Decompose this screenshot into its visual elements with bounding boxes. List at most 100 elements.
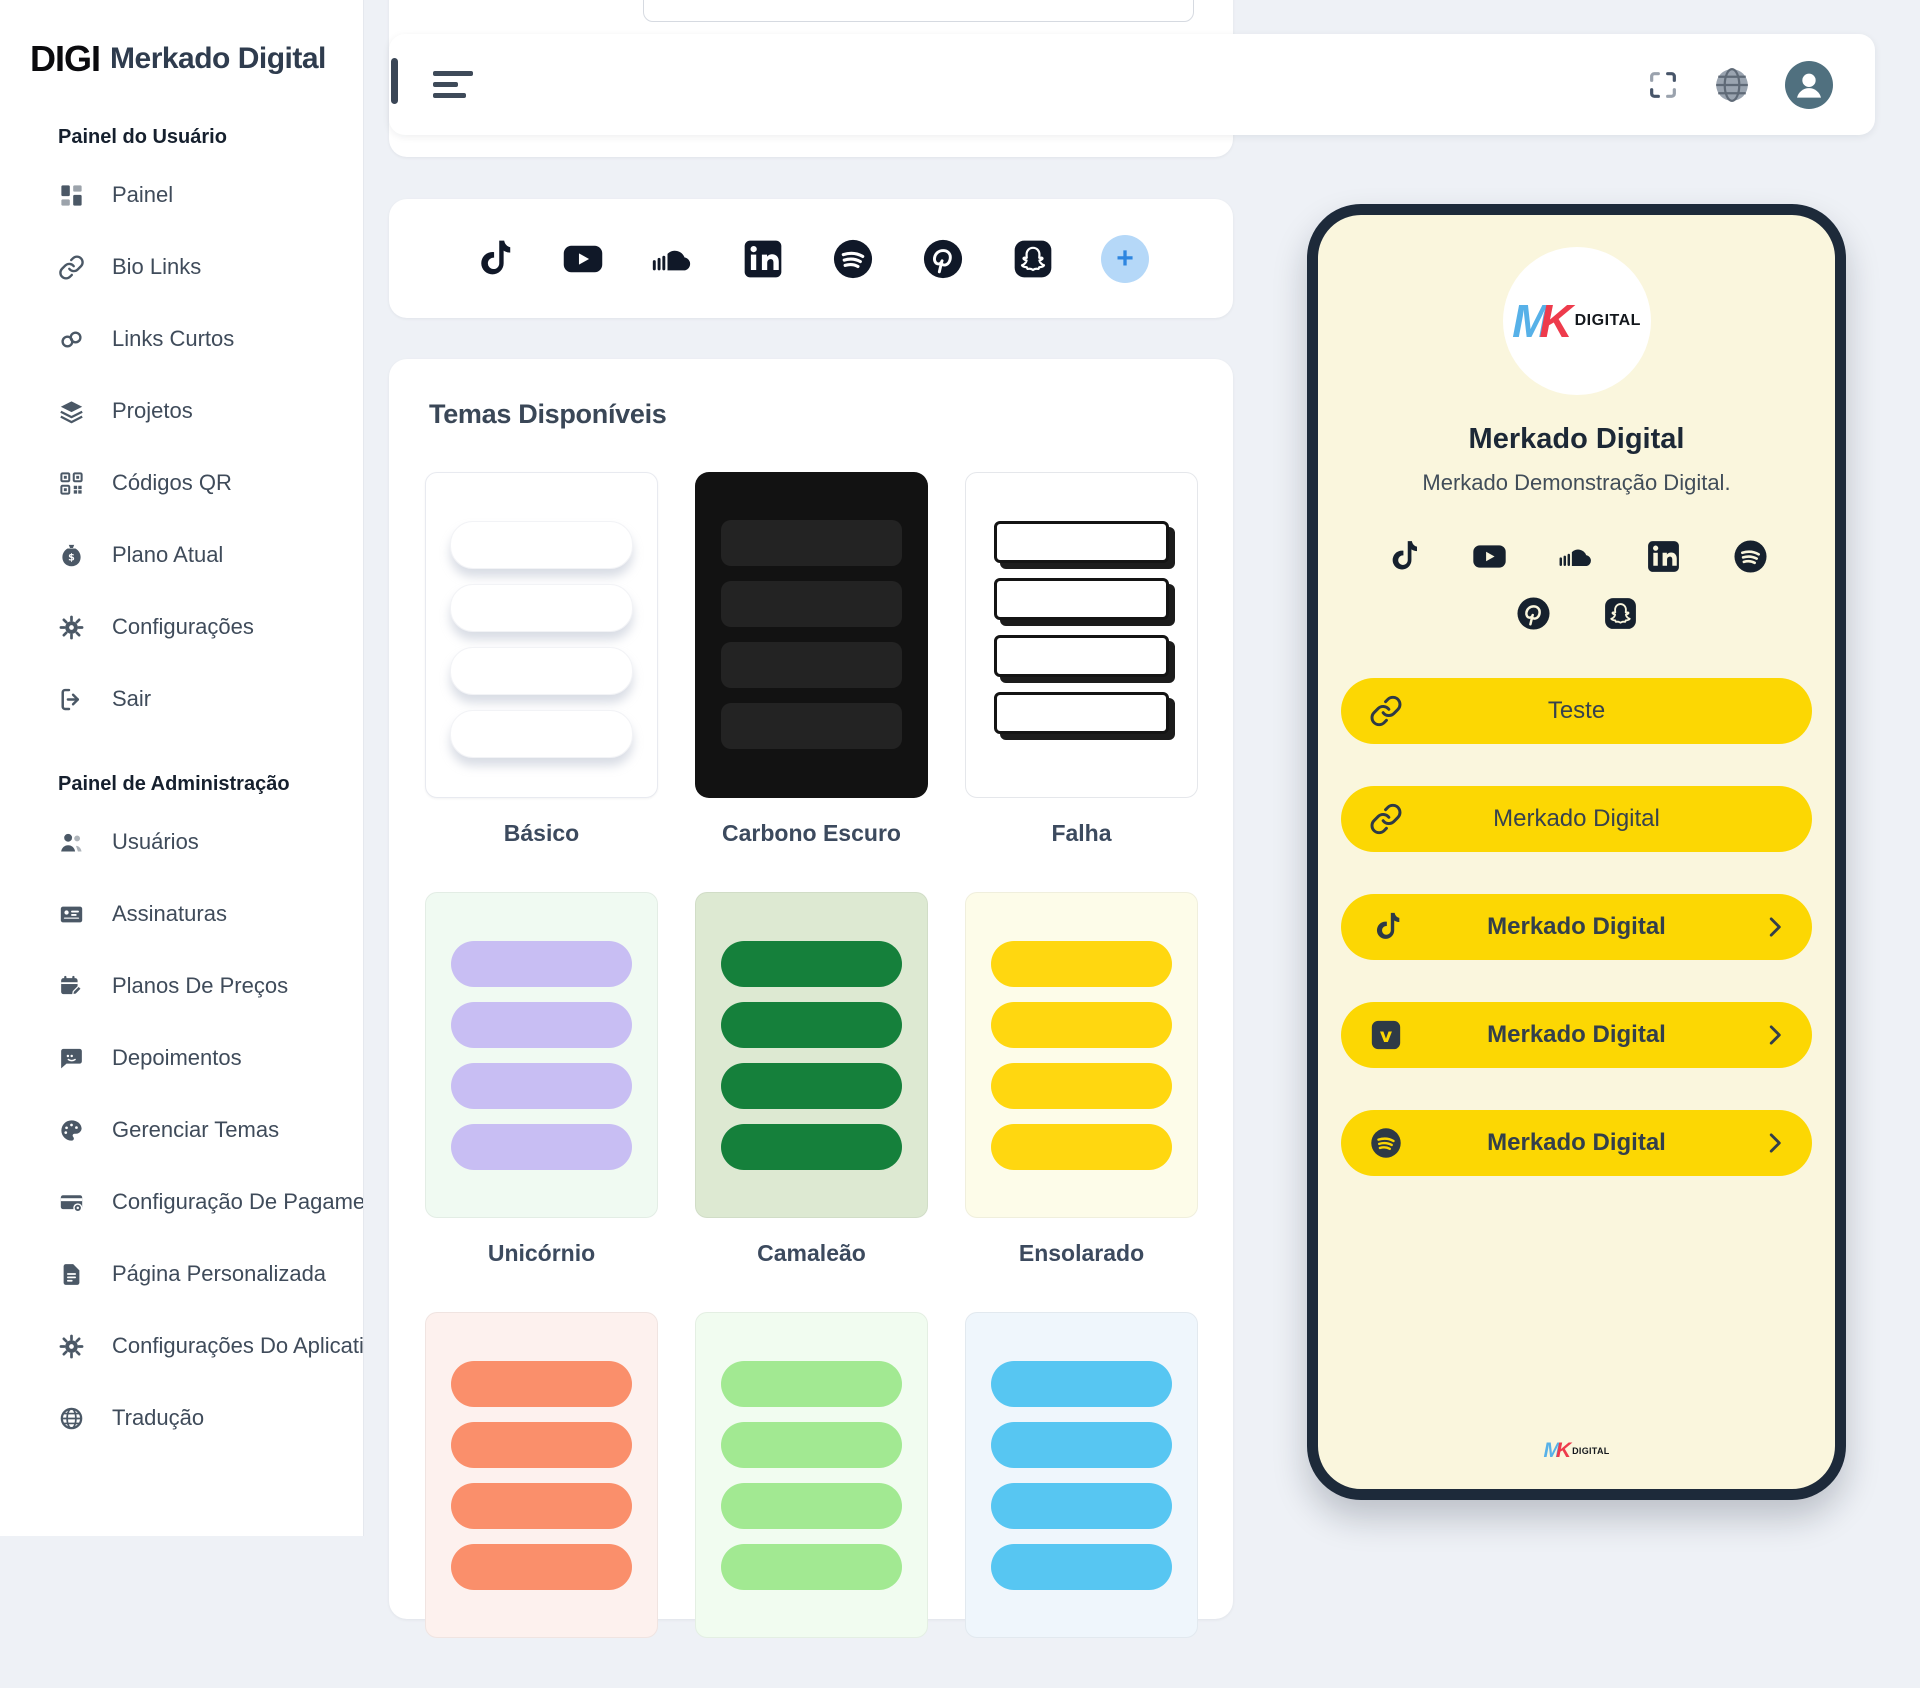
youtube-icon[interactable] <box>561 237 605 281</box>
card-gear-icon <box>58 1189 85 1216</box>
profile-buttons: Teste Merkado Digital Merkado Digital Me… <box>1318 632 1835 1218</box>
pinterest-icon[interactable] <box>1515 595 1552 632</box>
phone-link-button-spotify[interactable]: Merkado Digital <box>1341 1110 1812 1176</box>
sidebar-item-codigos-qr[interactable]: Códigos QR <box>0 447 363 519</box>
mk-digital-footer-logo: MKDIGITAL <box>1543 1439 1609 1463</box>
topbar-actions <box>1647 61 1833 109</box>
app-logo: DIGI <box>30 38 100 80</box>
sidebar-item-depoimentos[interactable]: Depoimentos <box>0 1022 363 1094</box>
sidebar-item-planos-de-precos[interactable]: Planos De Preços <box>0 950 363 1022</box>
spotify-icon[interactable] <box>1732 538 1769 575</box>
theme-name: Carbono Escuro <box>695 820 928 848</box>
sidebar-item-label: Projetos <box>112 398 193 424</box>
theme-card-falha[interactable]: Falha <box>965 472 1198 848</box>
snapchat-icon[interactable] <box>1602 595 1639 632</box>
sidebar-item-gerenciar-temas[interactable]: Gerenciar Temas <box>0 1094 363 1166</box>
phone-preview: MKDIGITAL Merkado Digital Merkado Demons… <box>1307 204 1846 1500</box>
add-social-button[interactable]: + <box>1101 235 1149 283</box>
sidebar-item-sair[interactable]: Sair <box>0 663 363 735</box>
content-scrollbar-thumb[interactable] <box>391 58 398 104</box>
chain-link-icon <box>1369 694 1403 728</box>
fullscreen-button[interactable] <box>1647 69 1679 101</box>
sidebar-item-pagina-personalizada[interactable]: Página Personalizada <box>0 1238 363 1310</box>
tiktok-icon[interactable] <box>471 237 515 281</box>
sidebar-item-links-curtos[interactable]: Links Curtos <box>0 303 363 375</box>
money-bag-icon <box>58 542 85 569</box>
sidebar-item-usuarios[interactable]: Usuários <box>0 806 363 878</box>
profile-social-row1 <box>1384 538 1769 575</box>
theme-name: Falha <box>965 820 1198 848</box>
menu-button[interactable] <box>433 71 473 98</box>
theme-name: Básico <box>425 820 658 848</box>
sidebar-item-configuracoes[interactable]: Configurações <box>0 591 363 663</box>
gear-icon <box>58 614 85 641</box>
sidebar-item-label: Tradução <box>112 1405 204 1431</box>
file-icon <box>58 1261 85 1288</box>
snapchat-icon[interactable] <box>1011 237 1055 281</box>
description-textarea[interactable] <box>643 0 1194 22</box>
soundcloud-icon[interactable] <box>651 237 695 281</box>
theme-card-camaleao[interactable]: Camaleão <box>695 892 928 1268</box>
sidebar-item-label: Configuração De Pagamento <box>112 1189 363 1215</box>
short-link-icon <box>58 326 85 353</box>
sidebar-item-label: Links Curtos <box>112 326 234 352</box>
sidebar-item-label: Usuários <box>112 829 199 855</box>
sidebar-item-assinaturas[interactable]: Assinaturas <box>0 878 363 950</box>
phone-link-button-teste[interactable]: Teste <box>1341 678 1812 744</box>
chain-link-icon <box>58 254 85 281</box>
theme-card-unicornio[interactable]: Unicórnio <box>425 892 658 1268</box>
spotify-icon[interactable] <box>831 237 875 281</box>
linkedin-icon[interactable] <box>741 237 785 281</box>
brand-name: Merkado Digital <box>110 42 326 76</box>
profile-avatar: MKDIGITAL <box>1503 247 1651 395</box>
theme-card-basico[interactable]: Básico <box>425 472 658 848</box>
person-icon <box>1789 65 1829 105</box>
sidebar-item-label: Bio Links <box>112 254 201 280</box>
users-icon <box>58 829 85 856</box>
dashboard-icon <box>58 182 85 209</box>
theme-preview <box>425 472 658 798</box>
sidebar-item-label: Depoimentos <box>112 1045 242 1071</box>
chevron-right-icon <box>1762 1022 1788 1048</box>
sidebar-item-label: Assinaturas <box>112 901 227 927</box>
theme-preview <box>965 472 1198 798</box>
pinterest-icon[interactable] <box>921 237 965 281</box>
logout-icon <box>58 686 85 713</box>
sidebar-item-configuracao-de-pagamento[interactable]: Configuração De Pagamento <box>0 1166 363 1238</box>
chat-icon <box>58 1045 85 1072</box>
theme-name: Camaleão <box>695 1240 928 1268</box>
phone-link-button-tiktok[interactable]: Merkado Digital <box>1341 894 1812 960</box>
qr-code-icon <box>58 470 85 497</box>
phone-link-button-merkado[interactable]: Merkado Digital <box>1341 786 1812 852</box>
phone-link-button-vimeo[interactable]: Merkado Digital <box>1341 1002 1812 1068</box>
theme-card-verde[interactable] <box>695 1312 928 1688</box>
soundcloud-icon[interactable] <box>1558 538 1595 575</box>
youtube-icon[interactable] <box>1471 538 1508 575</box>
sidebar-item-painel[interactable]: Painel <box>0 159 363 231</box>
tiktok-icon[interactable] <box>1384 538 1421 575</box>
language-button[interactable] <box>1713 66 1751 104</box>
chevron-right-icon <box>1762 1130 1788 1156</box>
themes-title: Temas Disponíveis <box>429 399 1197 430</box>
user-avatar[interactable] <box>1785 61 1833 109</box>
theme-preview <box>695 472 928 798</box>
sidebar-item-bio-links[interactable]: Bio Links <box>0 231 363 303</box>
theme-card-carbono-escuro[interactable]: Carbono Escuro <box>695 472 928 848</box>
sidebar-item-configuracoes-do-aplicativo[interactable]: Configurações Do Aplicativo <box>0 1310 363 1382</box>
theme-name <box>425 1660 658 1688</box>
gear-icon <box>58 1333 85 1360</box>
sidebar-item-traducao[interactable]: Tradução <box>0 1382 363 1454</box>
theme-card-coral[interactable] <box>425 1312 658 1688</box>
admin-nav: Usuários Assinaturas Planos De Preços De… <box>0 806 363 1454</box>
sidebar-item-label: Configurações Do Aplicativo <box>112 1333 363 1359</box>
theme-card-azul[interactable] <box>965 1312 1198 1688</box>
sidebar-item-label: Códigos QR <box>112 470 232 496</box>
theme-card-ensolarado[interactable]: Ensolarado <box>965 892 1198 1268</box>
chevron-right-icon <box>1762 914 1788 940</box>
sidebar-item-label: Gerenciar Temas <box>112 1117 279 1143</box>
sidebar-item-plano-atual[interactable]: Plano Atual <box>0 519 363 591</box>
sidebar-item-projetos[interactable]: Projetos <box>0 375 363 447</box>
themes-card: Temas Disponíveis Básico Carbono <box>389 359 1233 1619</box>
linkedin-icon[interactable] <box>1645 538 1682 575</box>
tiktok-icon <box>1369 910 1403 944</box>
